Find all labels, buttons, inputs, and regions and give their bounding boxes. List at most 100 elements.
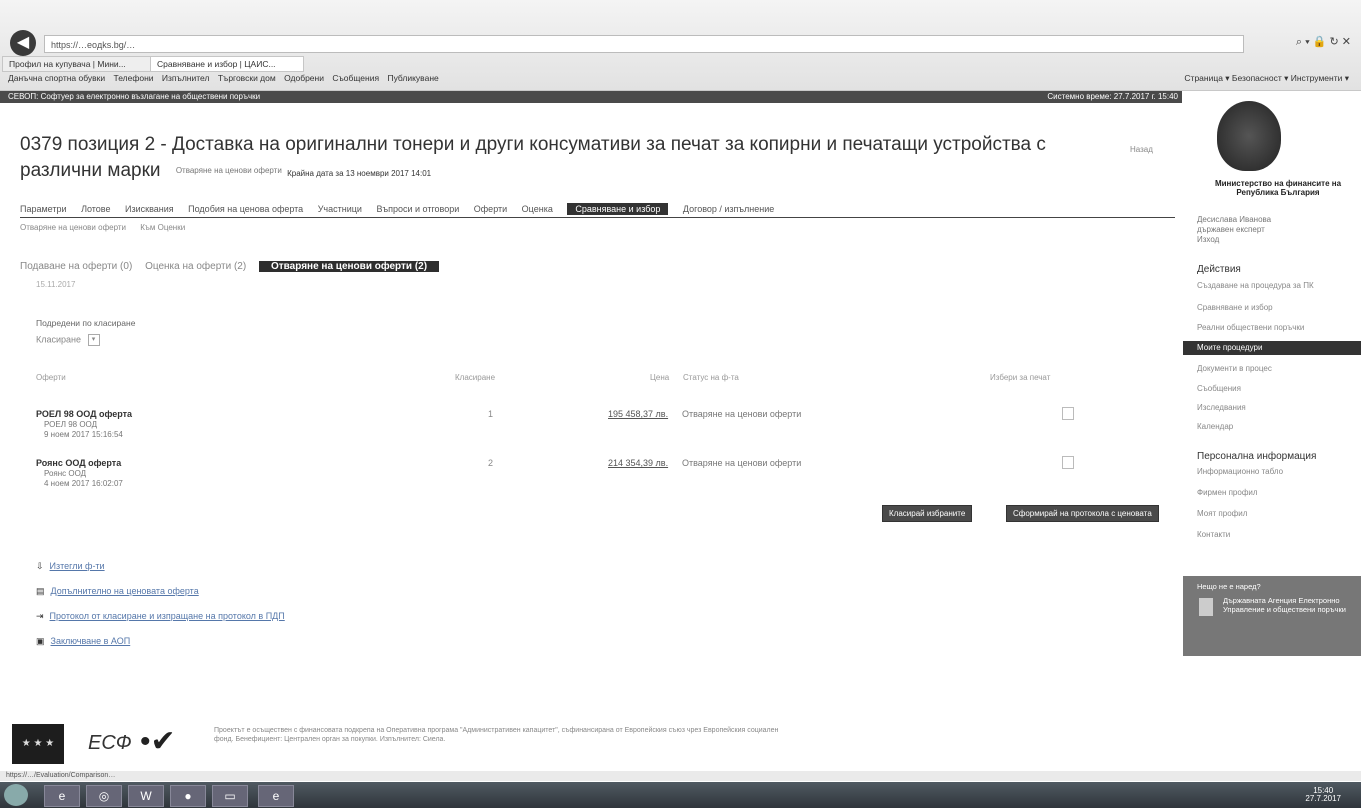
- start-button-icon[interactable]: [4, 784, 28, 806]
- offer-name-link[interactable]: Роянс ООД оферта: [36, 458, 121, 468]
- browser-chrome: ◀ https://…eoдks.bg/… ⌕ ▾ 🔒 ↻ ✕ Профил н…: [0, 0, 1361, 91]
- offer-rank: 1: [488, 409, 494, 419]
- sidebar-item[interactable]: Фирмен профил: [1197, 488, 1258, 497]
- user-role: държавен експерт: [1197, 225, 1265, 234]
- sidebar-item[interactable]: Календар: [1197, 422, 1233, 431]
- site-name: СЕВОП: Софтуер за електронно възлагане н…: [8, 92, 261, 101]
- help-box[interactable]: Нещо не е наред? Държавната Агенция Елек…: [1183, 576, 1361, 656]
- procedure-status: Отваряне на ценови оферти: [175, 166, 282, 175]
- back-link[interactable]: Назад: [1130, 145, 1153, 154]
- sort-label: Подредени по класиране: [36, 318, 136, 328]
- address-bar[interactable]: https://…eoдks.bg/…: [44, 35, 1244, 53]
- offer-price-link[interactable]: 214 354,39 лв.: [608, 458, 668, 468]
- back-arrow-icon[interactable]: ◀: [10, 30, 36, 56]
- select-checkbox[interactable]: [1062, 456, 1074, 469]
- column-header-price: Цена: [650, 373, 670, 382]
- logout-link[interactable]: Изход: [1197, 235, 1271, 245]
- column-header-rank: Класиране: [455, 373, 496, 382]
- sidebar-item[interactable]: Моят профил: [1197, 509, 1247, 518]
- document-icon: [1199, 598, 1213, 616]
- offer-company: Роянс ООД: [44, 469, 87, 478]
- sidebar-item[interactable]: Сравняване и избор: [1197, 303, 1273, 312]
- step-submission[interactable]: Подаване на оферти (0): [20, 261, 132, 272]
- lock-link[interactable]: ▣ Заключване в АОП: [36, 633, 285, 655]
- step-evaluation[interactable]: Оценка на оферти (2): [145, 261, 246, 272]
- rank-selected-button[interactable]: Класирай избраните: [882, 505, 973, 522]
- favorite-link[interactable]: Изпълнител: [162, 73, 210, 83]
- address-row: ◀ https://…eoдks.bg/… ⌕ ▾ 🔒 ↻ ✕: [0, 26, 1361, 56]
- step-date: 15.11.2017: [36, 280, 76, 289]
- sidebar-item[interactable]: Документи в процес: [1197, 364, 1272, 373]
- step-open-price-offers[interactable]: Отваряне на ценови оферти (2): [258, 261, 440, 272]
- offer-name-link[interactable]: РОЕЛ 98 ООД оферта: [36, 409, 132, 419]
- footer: ★ ★ ★ ЕСФ •✔ Проектът е осъществен с фин…: [0, 718, 1361, 770]
- browser-tab-active[interactable]: Сравняване и избор | ЦАИС...: [150, 56, 304, 72]
- column-header-offers: Оферти: [36, 373, 66, 382]
- taskbar-explorer-icon[interactable]: ◎: [86, 785, 122, 807]
- price-offer-link[interactable]: ▤ Допълнително на ценовата оферта: [36, 583, 285, 605]
- help-text[interactable]: Държавната Агенция Електронно Управление…: [1223, 596, 1353, 614]
- favorite-link[interactable]: Публикуване: [387, 73, 438, 83]
- tab-contract[interactable]: Договор / изпълнение: [683, 204, 774, 214]
- tab-offers[interactable]: Оферти: [474, 204, 507, 214]
- browser-tab[interactable]: Профил на купувача | Мини...: [2, 56, 156, 72]
- table-row[interactable]: Роянс ООД оферта Роянс ООД 4 ноем 2017 1…: [36, 456, 1096, 494]
- taskbar-app-icon[interactable]: ●: [170, 785, 206, 807]
- site-header-bar: СЕВОП: Софтуер за електронно възлагане н…: [0, 91, 1182, 103]
- sidebar-item[interactable]: Съобщения: [1197, 384, 1241, 393]
- sidebar-item[interactable]: Информационно табло: [1197, 467, 1283, 476]
- taskbar-word-icon[interactable]: W: [128, 785, 164, 807]
- system-clock[interactable]: 15:40 27.7.2017: [1305, 787, 1341, 803]
- page-title: 0379 позиция 2 - Доставка на оригинални …: [20, 132, 1130, 187]
- table-row[interactable]: РОЕЛ 98 ООД оферта РОЕЛ 98 ООД 9 ноем 20…: [36, 407, 1096, 445]
- document-links: ⇩ Изтегли ф-ти ▤ Допълнително на ценовата …: [36, 558, 285, 658]
- sidebar-item[interactable]: Създаване на процедура за ПК: [1197, 281, 1314, 290]
- favorite-link[interactable]: Одобрени: [284, 73, 324, 83]
- help-title: Нещо не е наред?: [1197, 582, 1261, 591]
- sidebar-item[interactable]: Реални обществени поръчки: [1197, 323, 1304, 332]
- protocol-link[interactable]: ⇥ Протокол от класиране и изпращане на пр…: [36, 608, 285, 630]
- tab-price-offer[interactable]: Подобия на ценова оферта: [188, 204, 303, 214]
- tab-comparison[interactable]: Сравняване и избор: [567, 203, 669, 215]
- sort-control[interactable]: Класиране ▾: [36, 334, 100, 346]
- offer-status: Отваряне на ценови оферти: [682, 409, 802, 419]
- chevron-down-icon[interactable]: ▾: [87, 334, 100, 346]
- favorite-link[interactable]: Телефони: [114, 73, 154, 83]
- select-checkbox[interactable]: [1062, 407, 1074, 420]
- tab-evaluation[interactable]: Оценка: [522, 204, 553, 214]
- browser-status-bar: https://…/Evaluation/Comparison…: [0, 771, 1361, 781]
- offer-price-link[interactable]: 195 458,37 лв.: [608, 409, 668, 419]
- tab-questions[interactable]: Въпроси и отговори: [376, 204, 459, 214]
- tab-lots[interactable]: Лотове: [81, 204, 110, 214]
- tab-requirements[interactable]: Изисквания: [125, 204, 174, 214]
- column-header-status: Статус на ф-та: [683, 373, 739, 382]
- sidebar-item-active[interactable]: Моите процедури: [1183, 341, 1361, 355]
- browser-tools-menu[interactable]: Страница ▾ Безопасност ▾ Инструменти ▾: [1184, 73, 1349, 84]
- column-header-select: Избери за печат: [990, 373, 1051, 382]
- checkmark-logo-icon: •✔: [140, 725, 176, 758]
- favorite-link[interactable]: Търговски дом: [218, 73, 276, 83]
- tab-parameters[interactable]: Параметри: [20, 204, 67, 214]
- subnav-open-offers[interactable]: Отваряне на ценови оферти: [20, 223, 126, 232]
- sub-navigation: Отваряне на ценови оферти Към Оценки: [20, 223, 197, 232]
- sort-value[interactable]: Класиране: [36, 334, 81, 344]
- taskbar-ie-icon[interactable]: e: [44, 785, 80, 807]
- favorite-link[interactable]: Съобщения: [332, 73, 379, 83]
- download-offers-link[interactable]: ⇩ Изтегли ф-ти: [36, 558, 285, 580]
- offer-rank: 2: [488, 458, 494, 468]
- download-icon: ⇩: [36, 561, 44, 571]
- coat-of-arms-logo: [1217, 101, 1281, 171]
- address-bar-icons[interactable]: ⌕ ▾ 🔒 ↻ ✕: [1296, 35, 1351, 49]
- tab-participants[interactable]: Участници: [318, 204, 362, 214]
- generate-protocol-button[interactable]: Сформирай на протокола с ценоватa: [1006, 505, 1159, 522]
- taskbar-folder-icon[interactable]: ▭: [212, 785, 248, 807]
- sidebar-item[interactable]: Контакти: [1197, 530, 1230, 539]
- user-name: Десислава Иванова: [1197, 215, 1272, 224]
- taskbar-browser-icon[interactable]: e: [258, 785, 294, 807]
- send-icon: ⇥: [36, 611, 44, 621]
- sidebar-item[interactable]: Изследвания: [1197, 403, 1246, 412]
- procedure-tabs: Параметри Лотове Изисквания Подобия на ц…: [20, 203, 1175, 218]
- deadline-date: Крайна дата за 13 ноември 2017 14:01: [287, 169, 432, 179]
- favorite-link[interactable]: Данъчна спортна обувки: [8, 73, 105, 83]
- subnav-evaluations[interactable]: Към Оценки: [140, 223, 185, 232]
